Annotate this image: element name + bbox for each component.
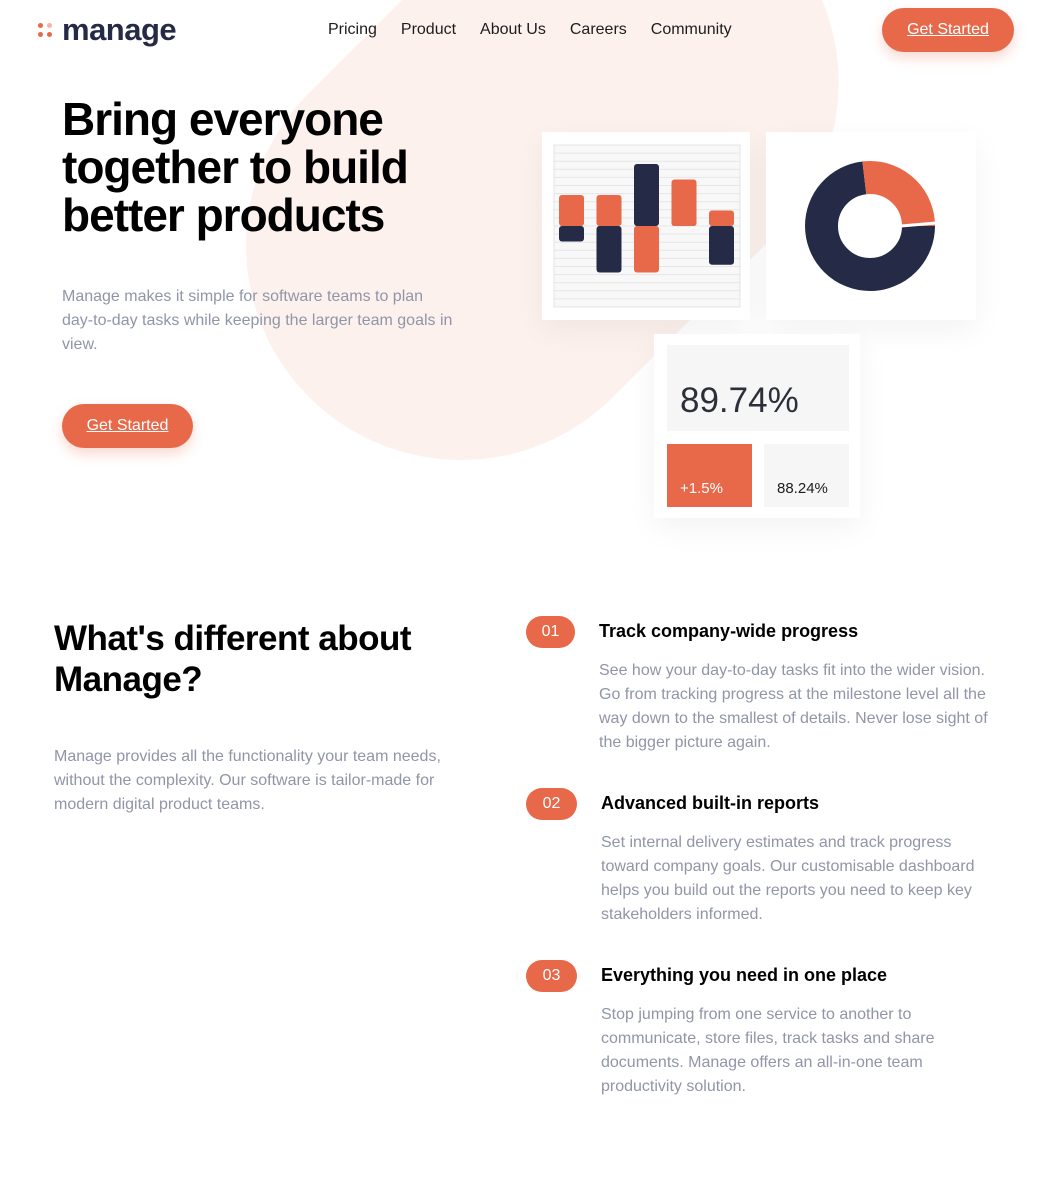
site-header: manage Pricing Product About Us Careers … bbox=[0, 0, 1060, 62]
feature-title: Advanced built-in reports bbox=[601, 793, 820, 813]
bar-chart-card bbox=[542, 132, 750, 320]
bar-segment bbox=[709, 210, 734, 226]
bar-segment bbox=[559, 195, 584, 226]
hero-description: Manage makes it simple for software team… bbox=[62, 288, 453, 353]
nav-careers[interactable]: Careers bbox=[570, 20, 627, 40]
stats-card: 89.74% +1.5% 88.24% bbox=[654, 334, 860, 518]
bar-segment bbox=[596, 226, 622, 273]
stat-secondary-tile: 88.24% bbox=[764, 444, 849, 507]
logo-text: manage bbox=[62, 12, 177, 47]
header-get-started-button[interactable]: Get Started bbox=[882, 8, 1014, 52]
logo[interactable]: manage bbox=[38, 12, 177, 47]
feature-title: Track company-wide progress bbox=[599, 621, 859, 641]
bar-segment bbox=[559, 226, 584, 242]
nav-community[interactable]: Community bbox=[651, 20, 732, 40]
logo-dots-icon bbox=[38, 22, 54, 38]
stat-change-value: +1.5% bbox=[680, 480, 723, 497]
main-nav: Pricing Product About Us Careers Communi… bbox=[328, 20, 732, 40]
feature-text: Set internal delivery estimates and trac… bbox=[601, 834, 975, 923]
stat-secondary-value: 88.24% bbox=[777, 480, 828, 497]
feature-text: See how your day-to-day tasks fit into t… bbox=[599, 662, 988, 751]
nav-pricing[interactable]: Pricing bbox=[328, 20, 377, 40]
features-title: What's different about Manage? bbox=[54, 619, 412, 699]
feature-text: Stop jumping from one service to another… bbox=[601, 1006, 935, 1095]
bar-chart bbox=[553, 144, 741, 308]
bar-segment bbox=[596, 195, 622, 226]
feature-number-badge: 02 bbox=[526, 788, 577, 820]
nav-about-us[interactable]: About Us bbox=[480, 20, 546, 40]
bar-segment bbox=[709, 226, 734, 265]
feature-title: Everything you need in one place bbox=[601, 965, 888, 985]
hero-title: Bring everyone together to build better … bbox=[62, 93, 409, 241]
stat-main-value: 89.74% bbox=[680, 381, 799, 420]
feature-number-badge: 03 bbox=[526, 960, 577, 992]
hero-get-started-button[interactable]: Get Started bbox=[62, 404, 193, 448]
donut-chart bbox=[805, 161, 937, 291]
features-description: Manage provides all the functionality yo… bbox=[54, 748, 441, 813]
donut-chart-card bbox=[766, 132, 976, 320]
nav-product[interactable]: Product bbox=[401, 20, 456, 40]
stat-main-tile: 89.74% bbox=[667, 345, 849, 431]
bar-segment bbox=[634, 164, 659, 226]
stat-change-tile: +1.5% bbox=[667, 444, 752, 507]
bar-segment bbox=[634, 226, 659, 273]
feature-number-badge: 01 bbox=[526, 616, 575, 648]
bar-segment bbox=[671, 179, 697, 226]
